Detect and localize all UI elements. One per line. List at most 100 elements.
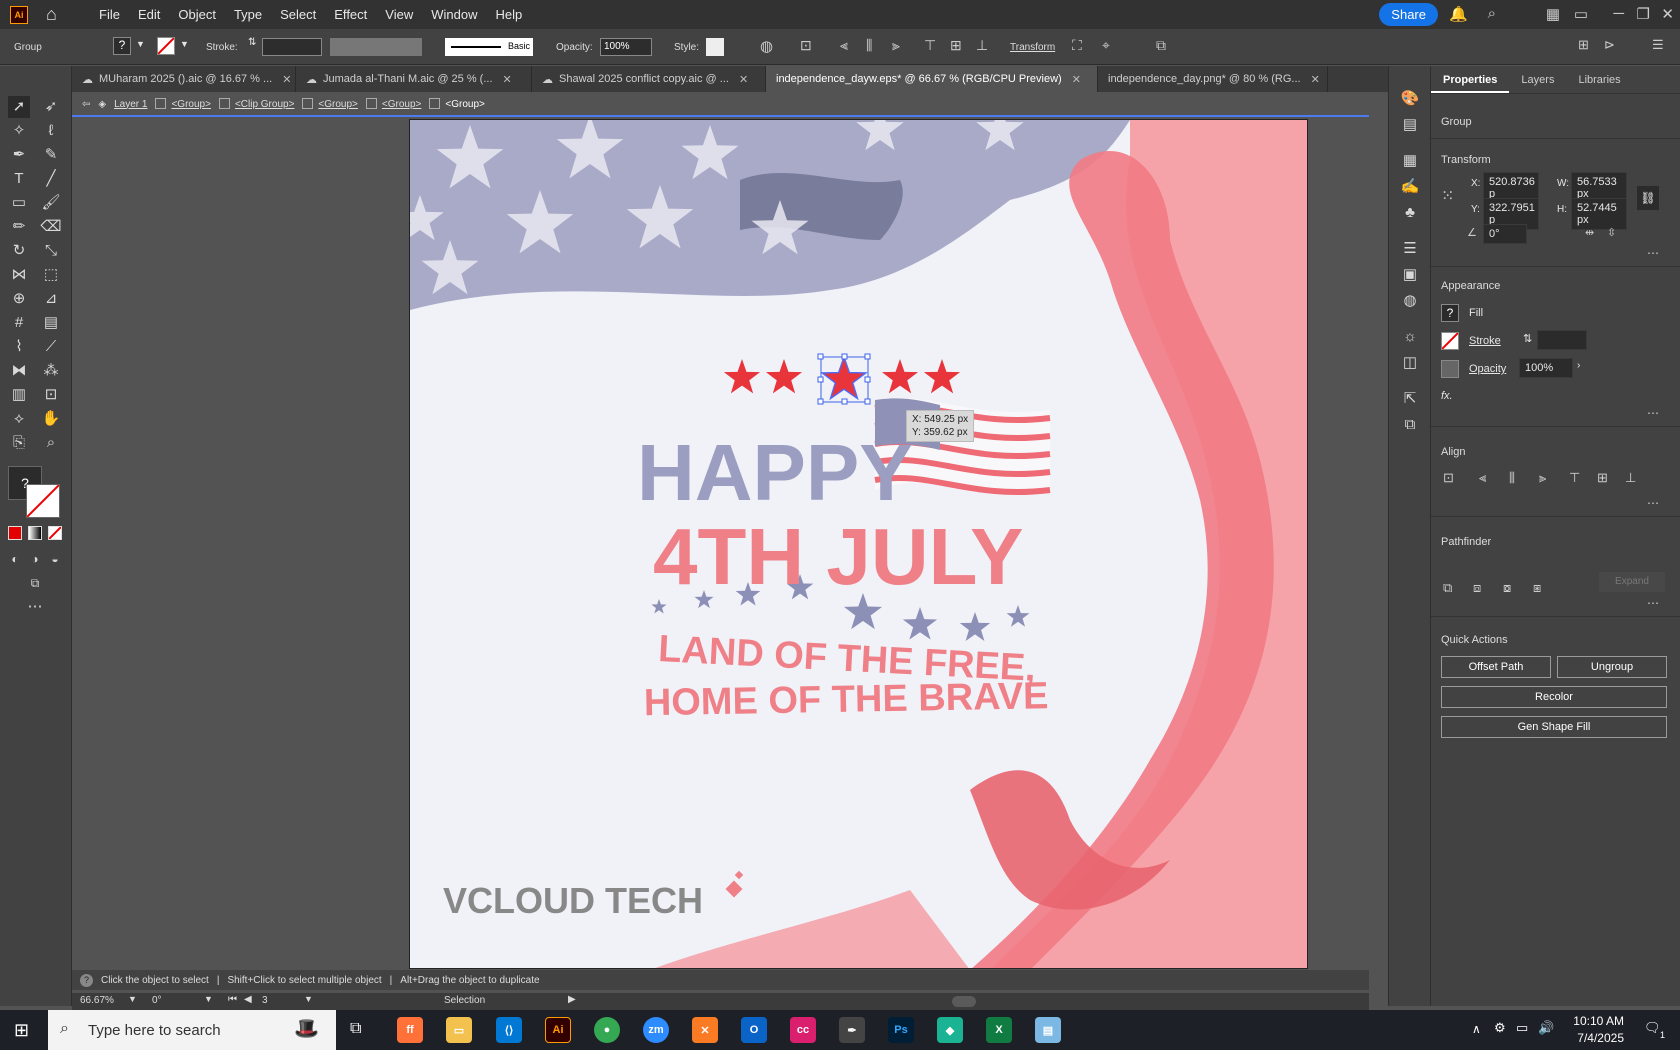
exclude-icon[interactable]: ⧆ [1533,580,1541,596]
tab-libraries[interactable]: Libraries [1566,66,1632,93]
home-icon[interactable]: ⌂ [46,4,66,25]
more-tools-icon[interactable]: ⋯ [24,596,46,618]
stroke-label[interactable]: Stroke [1469,335,1501,347]
stroke-panel-icon[interactable]: ☰ [1399,238,1421,260]
hand-tool-icon[interactable]: ✋ [40,408,62,430]
more-options-icon[interactable]: ⋯ [1647,406,1659,420]
horizontal-scrollbar[interactable] [952,996,976,1007]
opacity-label[interactable]: Opacity [1469,363,1506,375]
minimize-icon[interactable]: ─ [1613,5,1624,22]
photoshop-icon[interactable]: Ps [888,1017,914,1043]
stroke-swatch-panel[interactable] [1441,332,1459,350]
workspace-icon[interactable]: ▭ [1574,5,1588,23]
paintbrush-tool-icon[interactable]: 🖌 [40,192,62,214]
stroke-weight-field[interactable] [1537,330,1587,350]
restore-icon[interactable]: ❐ [1637,5,1650,23]
outlook-icon[interactable]: O [741,1017,767,1043]
more-options-icon[interactable]: ⋯ [1647,596,1659,610]
chevron-down-icon[interactable]: ▼ [136,39,145,49]
close-tab-icon[interactable]: ✕ [1072,73,1081,86]
menu-file[interactable]: File [90,7,129,22]
align-top-icon[interactable]: ⊤ [924,37,936,54]
eyedropper-icon[interactable]: ⌇ [8,336,30,358]
stroke-swatch[interactable] [157,37,175,55]
tab-properties[interactable]: Properties [1431,66,1510,93]
pathfinder-shortcut-icon[interactable]: ⧉ [1156,37,1166,54]
transform-link[interactable]: Transform [1010,42,1055,53]
bell-icon[interactable]: 🔔 [1449,5,1468,23]
chevron-right-icon[interactable]: › [1577,360,1580,371]
puppet-warp-icon[interactable]: ⌖ [1102,37,1110,54]
artboard-number[interactable]: 3 [262,995,268,1006]
style-swatch[interactable] [706,38,724,56]
network-icon[interactable]: ▭ [1516,1020,1528,1036]
color-panel-icon[interactable]: 🎨 [1399,88,1421,110]
chrome-icon[interactable]: ● [594,1017,620,1043]
offset-path-button[interactable]: Offset Path [1441,656,1551,678]
shape-builder-icon[interactable]: ⊕ [8,288,30,310]
recolor-button[interactable]: Recolor [1441,686,1667,708]
align-middle-icon[interactable]: ⊞ [1597,470,1608,486]
vscode-icon[interactable]: ⟨⟩ [496,1017,522,1043]
breadcrumb-group[interactable]: <Group> [382,99,421,110]
taskbar-clock[interactable]: 10:10 AM 7/4/2025 [1573,1013,1624,1047]
tab-document[interactable]: ☁ Shawal 2025 conflict copy.aic @ ... ✕ [532,66,766,92]
export-icon[interactable]: ⇱ [1399,388,1421,410]
brush-definition[interactable]: Basic [445,38,533,56]
zoom-app-icon[interactable]: zm [643,1017,669,1043]
windows-start-icon[interactable]: ⊞ [14,1020,29,1041]
recolor-icon[interactable]: ◍ [760,37,773,55]
variable-width-profile[interactable] [330,38,422,56]
chevron-down-icon[interactable]: ▼ [204,994,213,1004]
excel-icon[interactable]: X [986,1017,1012,1043]
taskbar-search[interactable]: ⌕ Type here to search 🎩 [48,1010,336,1050]
align-right-icon[interactable]: ⫸ [892,37,900,54]
gradient-panel-icon[interactable]: ▣ [1399,264,1421,286]
fill-swatch[interactable]: ? [113,37,131,55]
pen-app-icon[interactable]: ✒ [839,1017,865,1043]
close-tab-icon[interactable]: ✕ [739,73,748,86]
print-tiling-icon[interactable]: ⎘ [8,432,30,454]
menu-view[interactable]: View [376,7,422,22]
illustrator-taskbar-icon[interactable]: Ai [545,1017,571,1043]
breadcrumb-group[interactable]: <Group> [318,99,357,110]
transparency-panel-icon[interactable]: ◍ [1399,290,1421,312]
color-mode-icon[interactable] [8,526,22,540]
stroke-color-icon[interactable] [26,484,60,518]
artboards-panel-icon[interactable]: ⧉ [1399,414,1421,436]
align-left-icon[interactable]: ⫷ [840,37,848,54]
magic-wand-icon[interactable]: ✧ [8,120,30,142]
width-tool-icon[interactable]: ⋈ [8,264,30,286]
breadcrumb-group[interactable]: <Group> [171,99,210,110]
expand-button[interactable]: Expand [1599,572,1665,592]
xampp-icon[interactable]: ✕ [692,1017,718,1043]
artboard[interactable]: HAPPY 4TH JULY LAND OF THE FREE, HOME OF… [409,119,1308,969]
previous-artboard-icon[interactable]: ◀ [244,994,252,1005]
angle-field[interactable]: 0° [1483,224,1527,244]
tab-layers[interactable]: Layers [1509,66,1566,93]
opacity-field[interactable]: 100% [1519,358,1573,378]
notification-icon[interactable]: 🗨 [1644,1020,1661,1036]
link-icon[interactable]: ⛓ [1637,186,1659,210]
brushes-panel-icon[interactable]: ✍ [1399,176,1421,198]
align-bottom-icon[interactable]: ⊥ [976,37,988,54]
share-button[interactable]: Share [1379,3,1438,26]
eraser-tool-icon[interactable]: ⌫ [40,216,62,238]
task-view-icon[interactable]: ⧉ [350,1020,361,1038]
height-field[interactable]: 52.7445 px [1571,198,1627,230]
firefox-icon[interactable]: ff [397,1017,423,1043]
align-to-icon[interactable]: ⊡ [800,37,812,54]
notepad-icon[interactable]: ▤ [1035,1017,1061,1043]
measure-icon[interactable]: ⟋ [40,336,62,358]
stroke-weight-field[interactable] [262,38,322,56]
close-tab-icon[interactable]: ✕ [282,73,291,86]
arrange-documents-icon[interactable]: ▦ [1546,5,1560,23]
volume-icon[interactable]: 🔊 [1538,1020,1554,1036]
align-left-icon[interactable]: ⫷ [1479,470,1486,486]
chevron-down-icon[interactable]: ▼ [128,994,137,1004]
app-icon[interactable]: ◆ [937,1017,963,1043]
menu-help[interactable]: Help [486,7,531,22]
direct-selection-tool-icon[interactable]: ➶ [40,96,62,118]
tab-document[interactable]: ☁ Jumada al-Thani M.aic @ 25 % (... ✕ [296,66,532,92]
menu-type[interactable]: Type [225,7,271,22]
